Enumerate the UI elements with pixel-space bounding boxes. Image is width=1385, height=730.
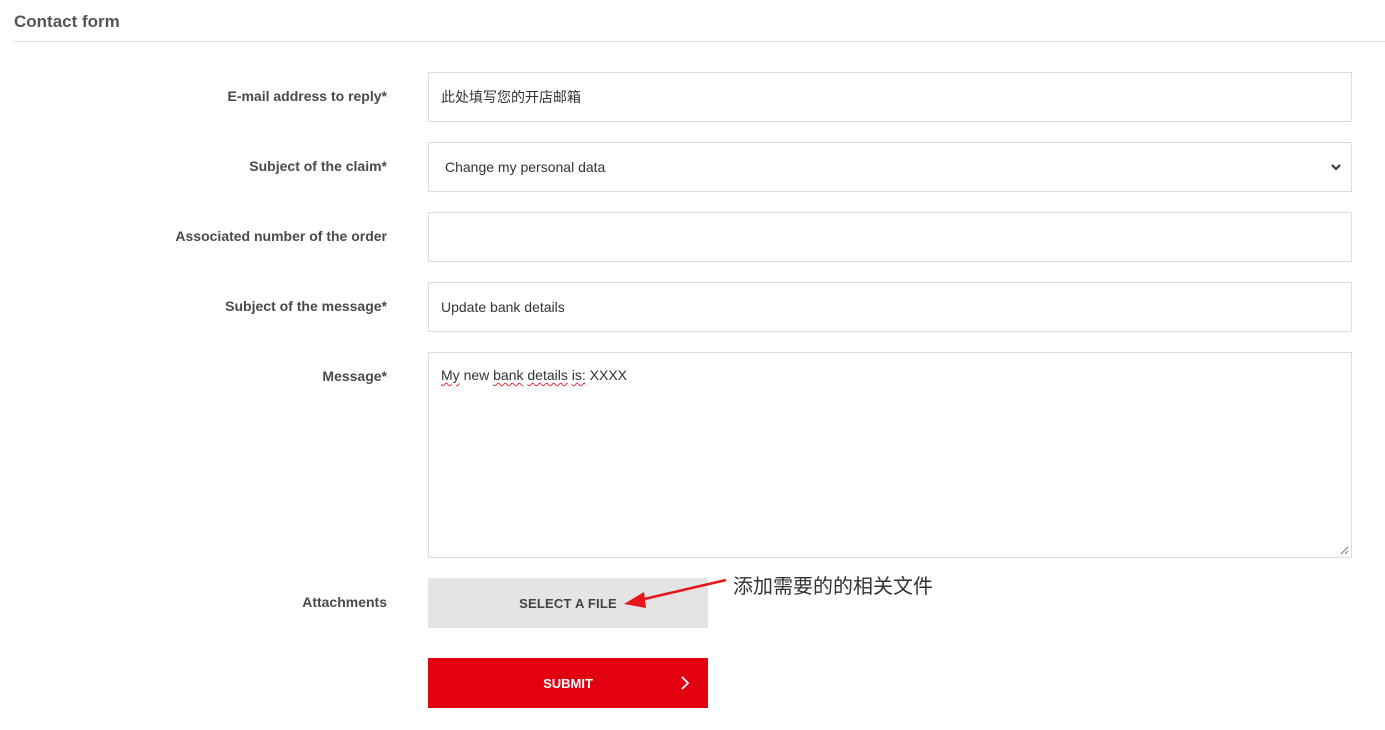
message-word: is: [571, 367, 586, 383]
message-label: Message* [322, 368, 387, 384]
title-divider [14, 41, 1385, 42]
claim-subject-value: Change my personal data [445, 159, 606, 175]
message-textarea[interactable]: My new bank details is: XXXX [428, 352, 1352, 558]
attachments-label: Attachments [302, 594, 387, 610]
annotation-text: 添加需要的的相关文件 [733, 574, 933, 598]
submit-button[interactable]: SUBMIT [428, 658, 708, 708]
message-word: details [527, 367, 568, 383]
order-number-field[interactable] [428, 212, 1352, 262]
email-label: E-mail address to reply* [227, 88, 387, 104]
message-word: new [463, 367, 490, 383]
order-number-label: Associated number of the order [175, 228, 387, 244]
annotation-arrow-icon [624, 578, 727, 608]
claim-subject-label: Subject of the claim* [249, 158, 387, 174]
message-subject-field[interactable]: Update bank details [428, 282, 1352, 332]
page-title: Contact form [14, 12, 120, 31]
chevron-right-icon [681, 676, 690, 690]
message-word: XXXX [589, 367, 627, 383]
resize-handle-icon[interactable] [1339, 545, 1349, 555]
chevron-down-icon [1331, 164, 1341, 171]
email-value: 此处填写您的开店邮箱 [441, 89, 581, 105]
submit-label: SUBMIT [543, 675, 593, 691]
message-word: bank [493, 367, 524, 383]
message-subject-value: Update bank details [441, 299, 565, 315]
message-word: My [441, 367, 460, 383]
message-subject-label: Subject of the message* [225, 298, 387, 314]
email-field[interactable]: 此处填写您的开店邮箱 [428, 72, 1352, 122]
message-value: My new bank details is: XXXX [441, 367, 627, 383]
claim-subject-select[interactable]: Change my personal data [428, 142, 1352, 192]
